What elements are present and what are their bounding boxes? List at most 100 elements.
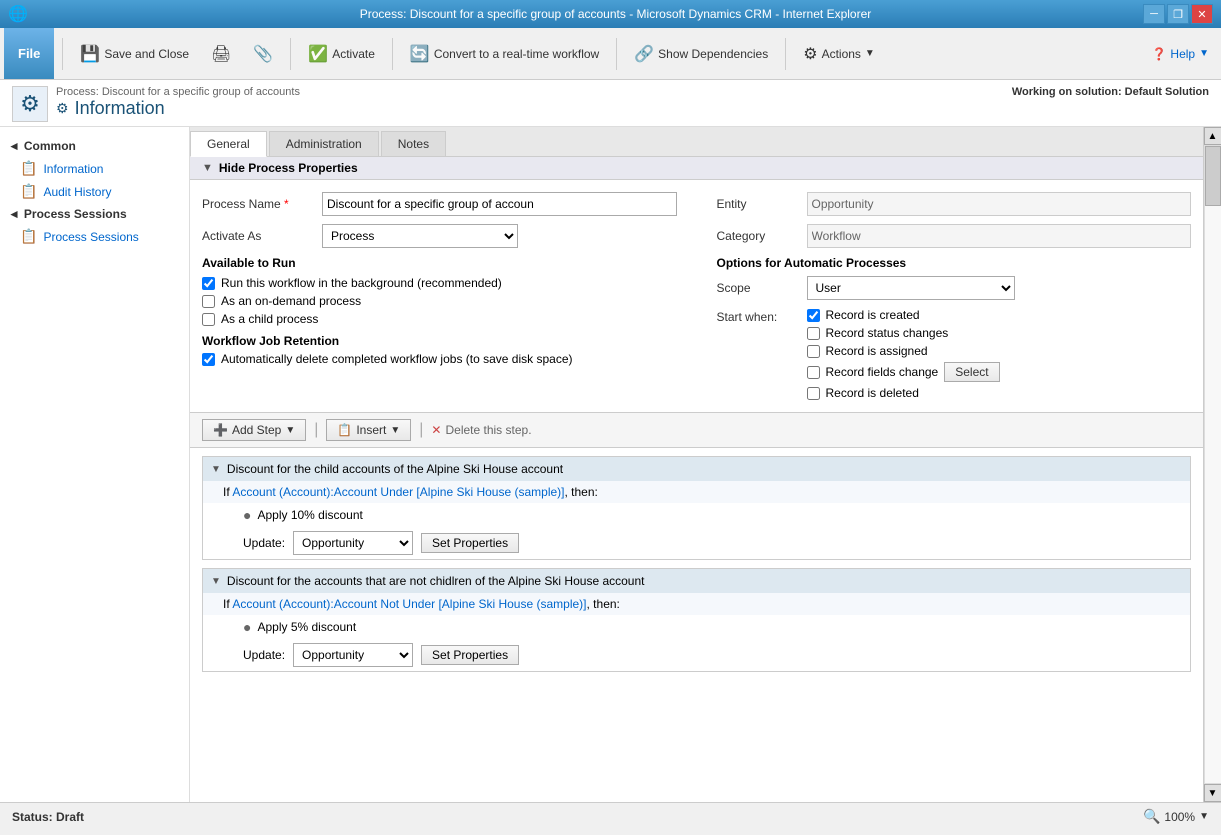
info-icon: ⚙: [56, 100, 69, 117]
step-2-collapse-icon[interactable]: ▼: [211, 576, 221, 587]
background-workflow-label: Run this workflow in the background (rec…: [221, 276, 502, 290]
step-2-bullet-icon: ●: [243, 619, 251, 635]
insert-icon: 📋: [337, 423, 352, 437]
convert-button[interactable]: 🔄 Convert to a real-time workflow: [401, 39, 608, 69]
tab-notes[interactable]: Notes: [381, 131, 446, 156]
form-right-column: Entity Category Options for Automatic Pr…: [717, 192, 1192, 400]
tab-administration[interactable]: Administration: [269, 131, 379, 156]
sidebar-common-arrow: ◄: [8, 139, 20, 153]
zoom-arrow-icon[interactable]: ▼: [1199, 811, 1209, 822]
steps-separator-2: |: [419, 421, 423, 439]
record-assigned-checkbox[interactable]: [807, 345, 820, 358]
sidebar-process-arrow: ◄: [8, 207, 20, 221]
close-button[interactable]: ✕: [1191, 4, 1213, 24]
process-name-label: Process Name: [202, 197, 322, 211]
step-2-update-select-wrapper: Opportunity: [293, 643, 413, 667]
scroll-track[interactable]: [1204, 145, 1221, 784]
save-close-button[interactable]: 💾 Save and Close: [71, 39, 198, 69]
scroll-thumb[interactable]: [1205, 146, 1221, 206]
sidebar-item-process-sessions[interactable]: 📋 Process Sessions: [0, 225, 189, 248]
attach-icon: 📎: [253, 44, 273, 64]
steps-toolbar: ➕ Add Step ▼ | 📋 Insert ▼ | ✕ Delete thi…: [190, 412, 1203, 448]
step-1-set-properties-button[interactable]: Set Properties: [421, 533, 519, 553]
scope-select[interactable]: User: [807, 276, 1015, 300]
start-record-fields-row: Record fields change Select: [807, 362, 1000, 382]
background-workflow-checkbox[interactable]: [202, 277, 215, 290]
step-group-1: ▼ Discount for the child accounts of the…: [202, 456, 1191, 560]
attach-button[interactable]: 📎: [244, 39, 282, 69]
save-icon: 💾: [80, 44, 100, 64]
on-demand-checkbox[interactable]: [202, 295, 215, 308]
process-name-input[interactable]: [322, 192, 677, 216]
step-1-condition-link[interactable]: Account (Account):Account Under [Alpine …: [232, 485, 564, 499]
page-header: ⚙ Process: Discount for a specific group…: [0, 80, 1221, 127]
child-process-checkbox[interactable]: [202, 313, 215, 326]
scope-label: Scope: [717, 281, 807, 295]
start-record-status-row: Record status changes: [807, 326, 1000, 340]
page-icon: ⚙: [12, 86, 48, 122]
show-deps-button[interactable]: 🔗 Show Dependencies: [625, 39, 777, 69]
step-2-set-properties-button[interactable]: Set Properties: [421, 645, 519, 665]
sidebar-item-information[interactable]: 📋 Information: [0, 157, 189, 180]
step-1-update-select-wrapper: Opportunity: [293, 531, 413, 555]
checkbox-ondemand-row: As an on-demand process: [202, 294, 677, 308]
sidebar-common-header[interactable]: ◄ Common: [0, 135, 189, 157]
steps-content: ▼ Discount for the child accounts of the…: [190, 448, 1203, 688]
entity-row: Entity: [717, 192, 1192, 216]
actions-button[interactable]: ⚙ Actions ▼: [794, 39, 884, 69]
sidebar: ◄ Common 📋 Information 📋 Audit History ◄…: [0, 127, 190, 802]
form-content: ▼ Hide Process Properties Process Name A…: [190, 157, 1203, 802]
scope-select-wrapper: User: [807, 276, 1015, 300]
record-deleted-checkbox[interactable]: [807, 387, 820, 400]
process-properties-form: Process Name Activate As Process Availab…: [190, 180, 1203, 412]
file-button[interactable]: File: [4, 28, 54, 79]
activate-as-select[interactable]: Process: [322, 224, 518, 248]
help-button[interactable]: ❓ Help ▼: [1143, 43, 1217, 65]
step-group-1-header: ▼ Discount for the child accounts of the…: [203, 457, 1190, 481]
zoom-icon: 🔍: [1143, 808, 1160, 825]
restore-button[interactable]: ❐: [1167, 4, 1189, 24]
section-header: ▼ Hide Process Properties: [190, 157, 1203, 180]
entity-label: Entity: [717, 197, 807, 211]
scroll-down-button[interactable]: ▼: [1204, 784, 1221, 802]
add-step-button[interactable]: ➕ Add Step ▼: [202, 419, 306, 441]
record-fields-checkbox[interactable]: [807, 366, 820, 379]
section-collapse-button[interactable]: ▼: [202, 162, 213, 174]
workflow-retention-label: Workflow Job Retention: [202, 334, 677, 348]
step-2-update-select[interactable]: Opportunity: [293, 643, 413, 667]
record-created-checkbox[interactable]: [807, 309, 820, 322]
scroll-up-button[interactable]: ▲: [1204, 127, 1221, 145]
delete-step-button[interactable]: ✕ Delete this step.: [431, 423, 531, 437]
title-bar: 🌐 Process: Discount for a specific group…: [0, 0, 1221, 28]
print-button[interactable]: 🖨: [202, 39, 240, 69]
step-2-condition: If Account (Account):Account Not Under […: [203, 593, 1190, 615]
form-left-column: Process Name Activate As Process Availab…: [202, 192, 677, 400]
category-label: Category: [717, 229, 807, 243]
step-1-collapse-icon[interactable]: ▼: [211, 464, 221, 475]
activate-button[interactable]: ✅ Activate: [299, 39, 384, 69]
activate-as-select-wrapper: Process: [322, 224, 518, 248]
insert-button[interactable]: 📋 Insert ▼: [326, 419, 411, 441]
step-1-update-select[interactable]: Opportunity: [293, 531, 413, 555]
help-arrow-icon: ▼: [1199, 48, 1209, 59]
activate-as-row: Activate As Process: [202, 224, 677, 248]
toolbar-separator-3: [392, 38, 393, 70]
options-header: Options for Automatic Processes: [717, 256, 1192, 270]
sidebar-item-audit-history[interactable]: 📋 Audit History: [0, 180, 189, 203]
record-status-checkbox[interactable]: [807, 327, 820, 340]
retention-checkbox[interactable]: [202, 353, 215, 366]
page-header-left: ⚙ Process: Discount for a specific group…: [12, 86, 300, 122]
select-fields-button[interactable]: Select: [944, 362, 999, 382]
zoom-area: 🔍 100% ▼: [1143, 808, 1209, 825]
record-status-label: Record status changes: [826, 326, 949, 340]
tab-general[interactable]: General: [190, 131, 267, 157]
toolbar-separator-4: [616, 38, 617, 70]
main-layout: ◄ Common 📋 Information 📋 Audit History ◄…: [0, 127, 1221, 802]
page-title: ⚙ Information: [56, 98, 300, 119]
sidebar-process-sessions-header[interactable]: ◄ Process Sessions: [0, 203, 189, 225]
minimize-button[interactable]: ─: [1143, 4, 1165, 24]
tabs-bar: General Administration Notes: [190, 127, 1203, 157]
step-2-condition-link[interactable]: Account (Account):Account Not Under [Alp…: [232, 597, 586, 611]
step-1-bullet-icon: ●: [243, 507, 251, 523]
toolbar: File 💾 Save and Close 🖨 📎 ✅ Activate 🔄 C…: [0, 28, 1221, 80]
